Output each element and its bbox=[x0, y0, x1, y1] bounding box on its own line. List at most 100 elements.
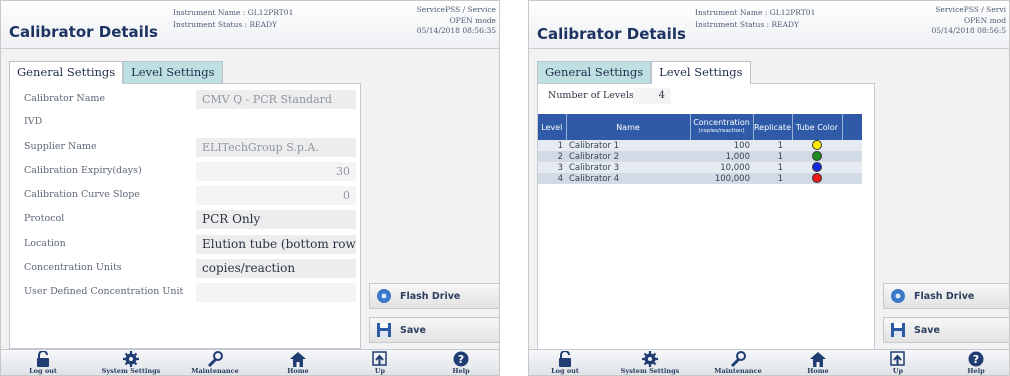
save-button[interactable]: Save bbox=[369, 317, 499, 343]
table-row[interactable]: 2 Calibrator 2 1,000 1 bbox=[538, 151, 862, 162]
gear-icon bbox=[123, 351, 139, 367]
maintenance-button[interactable]: Maintenance bbox=[693, 350, 783, 375]
footer-nav: Log out System Settings Maintenance Home… bbox=[1, 349, 499, 375]
logout-button[interactable]: Log out bbox=[529, 350, 610, 375]
maintenance-label: Maintenance bbox=[191, 367, 239, 375]
up-button[interactable]: Up bbox=[853, 350, 943, 375]
spacer-cell bbox=[842, 140, 862, 151]
concentration-units-select[interactable]: copies/reaction bbox=[196, 259, 356, 278]
field-calibration-expiry: Calibration Expiry(days) 30 bbox=[16, 162, 360, 182]
level-cell: 2 bbox=[538, 151, 566, 162]
maintenance-label: Maintenance bbox=[714, 367, 762, 375]
help-button[interactable]: ? Help bbox=[931, 350, 1009, 375]
calibration-expiry-field[interactable]: 30 bbox=[196, 162, 356, 181]
disc-icon bbox=[891, 289, 905, 303]
up-label: Up bbox=[892, 367, 904, 375]
help-label: Help bbox=[967, 367, 985, 375]
up-label: Up bbox=[374, 367, 386, 375]
col-level: Level bbox=[538, 114, 567, 140]
flash-drive-label: Flash Drive bbox=[400, 291, 461, 302]
field-label: Calibration Expiry(days) bbox=[24, 165, 142, 176]
up-button[interactable]: Up bbox=[335, 350, 425, 375]
number-of-levels-field[interactable]: 4 bbox=[633, 88, 671, 104]
home-icon bbox=[290, 352, 306, 367]
tab-general-settings[interactable]: General Settings bbox=[9, 61, 124, 84]
disc-icon bbox=[377, 289, 391, 303]
tab-bar: General Settings Level Settings bbox=[537, 61, 751, 84]
datetime: 05/14/2018 08:56:5 bbox=[931, 26, 1006, 35]
concentration-cell: 100,000 bbox=[690, 173, 753, 184]
replicate-cell: 1 bbox=[753, 151, 792, 162]
save-label: Save bbox=[914, 325, 940, 336]
col-concentration-unit: (copies/reaction) bbox=[698, 128, 745, 134]
tube-color-cell bbox=[792, 162, 842, 173]
col-name: Name bbox=[566, 114, 691, 140]
field-location: Location Elution tube (bottom row) bbox=[16, 235, 360, 255]
wrench-icon bbox=[730, 351, 746, 367]
field-label: Protocol bbox=[24, 213, 65, 224]
field-supplier-name: Supplier Name ELITechGroup S.p.A. bbox=[16, 138, 360, 158]
flash-drive-button[interactable]: Flash Drive bbox=[883, 283, 1009, 309]
concentration-cell: 10,000 bbox=[690, 162, 753, 173]
name-cell: Calibrator 3 bbox=[566, 162, 690, 173]
user-info: ServicePSS / Servi bbox=[935, 5, 1006, 14]
level-cell: 1 bbox=[538, 140, 566, 151]
home-button[interactable]: Home bbox=[773, 350, 863, 375]
location-select[interactable]: Elution tube (bottom row) bbox=[196, 235, 356, 254]
tube-color-cell bbox=[792, 140, 842, 151]
field-label: Calibration Curve Slope bbox=[24, 189, 140, 200]
flash-drive-button[interactable]: Flash Drive bbox=[369, 283, 499, 309]
lock-icon bbox=[559, 351, 571, 367]
replicate-cell: 1 bbox=[753, 162, 792, 173]
save-button[interactable]: Save bbox=[883, 317, 1009, 343]
col-concentration: Concentration (copies/reaction) bbox=[690, 114, 754, 140]
col-tube-color: Tube Color bbox=[792, 114, 843, 140]
number-of-levels-label: Number of Levels bbox=[548, 90, 634, 101]
tab-level-settings[interactable]: Level Settings bbox=[651, 61, 751, 84]
calibrator-name-field[interactable]: CMV Q - PCR Standard bbox=[196, 90, 356, 109]
mode-info: OPEN mod bbox=[963, 15, 1006, 25]
logout-label: Log out bbox=[29, 367, 57, 375]
concentration-cell: 1,000 bbox=[690, 151, 753, 162]
help-icon: ? bbox=[968, 351, 984, 367]
header: Calibrator Details Instrument Name : GL1… bbox=[1, 1, 499, 49]
up-icon bbox=[372, 351, 387, 366]
system-settings-label: System Settings bbox=[620, 367, 680, 375]
protocol-select[interactable]: PCR Only bbox=[196, 210, 356, 229]
calibration-curve-slope-field[interactable]: 0 bbox=[196, 186, 356, 205]
field-calibrator-name: Calibrator Name CMV Q - PCR Standard bbox=[16, 90, 360, 110]
spacer-cell bbox=[842, 173, 862, 184]
tab-general-settings[interactable]: General Settings bbox=[537, 61, 652, 83]
field-protocol: Protocol PCR Only bbox=[16, 210, 360, 230]
level-cell: 4 bbox=[538, 173, 566, 184]
tube-color-swatch bbox=[812, 162, 822, 173]
field-label: Location bbox=[24, 238, 66, 249]
mode-info: OPEN mode bbox=[449, 15, 496, 25]
help-button[interactable]: ? Help bbox=[416, 350, 499, 375]
name-cell: Calibrator 1 bbox=[566, 140, 690, 151]
system-settings-button[interactable]: System Settings bbox=[605, 350, 695, 375]
field-ivd: IVD bbox=[16, 113, 360, 133]
user-defined-unit-field[interactable] bbox=[196, 283, 356, 302]
header: Calibrator Details Instrument Name : GL1… bbox=[529, 1, 1009, 49]
table-row[interactable]: 3 Calibrator 3 10,000 1 bbox=[538, 162, 862, 173]
col-replicate: Replicate bbox=[753, 114, 793, 140]
home-label: Home bbox=[807, 367, 829, 375]
save-icon bbox=[377, 323, 391, 337]
home-button[interactable]: Home bbox=[253, 350, 343, 375]
logout-button[interactable]: Log out bbox=[1, 350, 88, 375]
spacer-cell bbox=[842, 162, 862, 173]
tube-color-cell bbox=[792, 151, 842, 162]
table-row[interactable]: 4 Calibrator 4 100,000 1 bbox=[538, 173, 862, 184]
calibrator-form: General Settings Level Settings Calibrat… bbox=[9, 61, 361, 351]
page-title: Calibrator Details bbox=[537, 25, 686, 43]
field-calibration-curve-slope: Calibration Curve Slope 0 bbox=[16, 186, 360, 206]
level-cell: 3 bbox=[538, 162, 566, 173]
tube-color-cell bbox=[792, 173, 842, 184]
maintenance-button[interactable]: Maintenance bbox=[170, 350, 260, 375]
tab-level-settings[interactable]: Level Settings bbox=[123, 61, 223, 83]
supplier-name-field[interactable]: ELITechGroup S.p.A. bbox=[196, 138, 356, 157]
table-row[interactable]: 1 Calibrator 1 100 1 bbox=[538, 140, 862, 151]
home-icon bbox=[810, 352, 826, 367]
system-settings-button[interactable]: System Settings bbox=[86, 350, 176, 375]
